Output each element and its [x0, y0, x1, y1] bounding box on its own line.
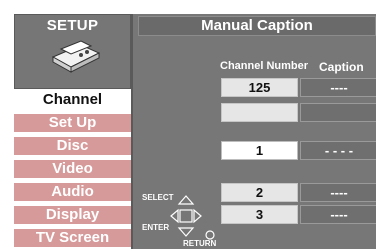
menu-item-display[interactable]: Display	[14, 206, 131, 224]
channel-cell[interactable]: 2	[221, 183, 298, 202]
menu-item-disc[interactable]: Disc	[14, 137, 131, 155]
menu-item-audio[interactable]: Audio	[14, 183, 131, 201]
setup-title: SETUP	[46, 17, 99, 34]
return-label: RETURN	[183, 239, 217, 248]
caption-cell[interactable]	[300, 103, 376, 122]
caption-cell[interactable]: ----	[300, 205, 376, 224]
menu-item-set-up[interactable]: Set Up	[14, 114, 131, 132]
panel-title: Manual Caption	[138, 16, 376, 36]
setup-sidebar: SETUP Channel Set Up Disc Video Audio Di…	[0, 0, 131, 249]
column-header-caption: Caption	[319, 60, 364, 74]
manual-caption-panel: Manual Caption Channel Number Caption 12…	[131, 14, 376, 249]
caption-cell[interactable]: ----	[300, 183, 376, 202]
menu-item-tv-screen[interactable]: TV Screen	[14, 229, 131, 247]
caption-cell[interactable]: ----	[300, 78, 376, 97]
channel-cell[interactable]	[221, 103, 298, 122]
channel-cell-selected[interactable]: 1	[221, 141, 298, 160]
column-header-channel: Channel Number	[220, 60, 309, 72]
channel-cell[interactable]: 3	[221, 205, 298, 224]
caption-cell[interactable]: - - - -	[300, 141, 376, 160]
channel-cell[interactable]: 125	[221, 78, 298, 97]
dpad-icon	[170, 195, 202, 237]
menu-item-channel[interactable]: Channel	[14, 91, 131, 109]
setup-devices-icon	[51, 40, 101, 73]
setup-header: SETUP	[14, 14, 131, 89]
menu-item-video[interactable]: Video	[14, 160, 131, 178]
enter-label: ENTER	[142, 223, 170, 232]
